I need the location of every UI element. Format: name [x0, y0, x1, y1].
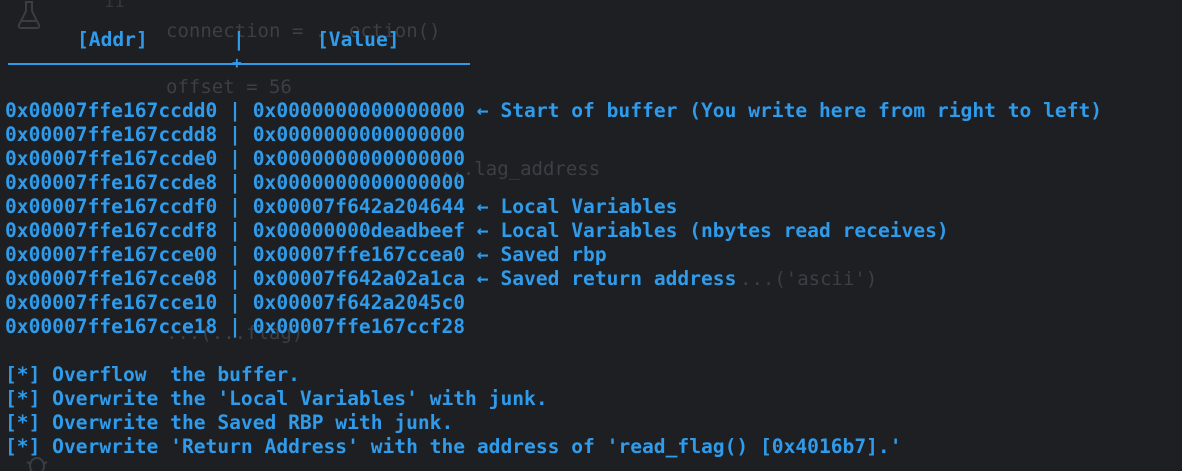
stack-addr: 0x00007ffe167ccdf8 — [5, 219, 218, 242]
row-separator: | — [229, 219, 241, 242]
stack-row: 0x00007ffe167ccde8 | 0x0000000000000000 — [5, 171, 465, 195]
stack-row: 0x00007ffe167cce00 | 0x00007ffe167ccea0 … — [5, 243, 607, 267]
stack-value: 0x0000000000000000 — [252, 171, 466, 194]
stack-value: 0x0000000000000000 — [252, 99, 466, 122]
code-line: ...('ascii') — [740, 268, 878, 290]
column-separator: | — [233, 28, 245, 51]
stack-note: ← Saved rbp — [476, 243, 607, 266]
stack-addr: 0x00007ffe167cce18 — [5, 315, 218, 338]
row-separator: | — [229, 315, 241, 338]
terminal-window: 11 connection = ...ection() offset = 56 … — [0, 0, 1182, 471]
row-separator: | — [229, 171, 241, 194]
instruction-line: [*] Overwrite the 'Local Variables' with… — [5, 387, 548, 410]
stack-row: 0x00007ffe167ccde0 | 0x0000000000000000 — [5, 147, 465, 171]
stack-addr: 0x00007ffe167ccde8 — [5, 171, 218, 194]
row-separator: | — [229, 147, 241, 170]
stack-value: 0x00007f642a02a1ca — [252, 267, 466, 290]
stack-addr: 0x00007ffe167ccdf0 — [5, 195, 218, 218]
addr-column-header: [Addr] — [77, 28, 148, 51]
stack-row: 0x00007ffe167cce18 | 0x00007ffe167ccf28 — [5, 315, 465, 339]
stack-value: 0x00000000deadbeef — [252, 219, 466, 242]
rule-junction: + — [232, 53, 242, 72]
stack-note: ← Saved return address — [476, 267, 737, 290]
row-separator: | — [229, 123, 241, 146]
stack-value: 0x00007f642a204644 — [252, 195, 466, 218]
stack-row: 0x00007ffe167ccdf0 | 0x00007f642a204644 … — [5, 195, 677, 219]
stack-value: 0x00007ffe167ccea0 — [252, 243, 466, 266]
stack-value: 0x0000000000000000 — [252, 147, 466, 170]
stack-row: 0x00007ffe167cce08 | 0x00007f642a02a1ca … — [5, 267, 736, 291]
instruction-line: [*] Overflow the buffer. — [5, 363, 300, 386]
stack-value: 0x00007ffe167ccf28 — [252, 315, 466, 338]
stack-addr: 0x00007ffe167ccdd8 — [5, 123, 218, 146]
stack-addr: 0x00007ffe167ccdd0 — [5, 99, 218, 122]
stack-note: ← Local Variables (nbytes read receives) — [476, 219, 949, 242]
row-separator: | — [229, 99, 241, 122]
flask-icon — [16, 0, 42, 30]
stack-value: 0x0000000000000000 — [252, 123, 466, 146]
row-separator: | — [229, 291, 241, 314]
stack-note: ← Start of buffer (You write here from r… — [476, 99, 1103, 122]
row-separator: | — [229, 243, 241, 266]
stack-row: 0x00007ffe167ccdf8 | 0x00000000deadbeef … — [5, 219, 949, 243]
value-column-header: [Value] — [317, 28, 400, 51]
line-number: 11 — [104, 0, 125, 12]
stack-addr: 0x00007ffe167cce10 — [5, 291, 218, 314]
stack-row: 0x00007ffe167ccdd8 | 0x0000000000000000 — [5, 123, 465, 147]
stack-addr: 0x00007ffe167cce08 — [5, 267, 218, 290]
stack-row: 0x00007ffe167cce10 | 0x00007f642a2045c0 — [5, 291, 465, 315]
row-separator: | — [229, 267, 241, 290]
stack-addr: 0x00007ffe167ccde0 — [5, 147, 218, 170]
instruction-line: [*] Overwrite 'Return Address' with the … — [5, 435, 902, 458]
instruction-line: [*] Overwrite the Saved RBP with junk. — [5, 411, 454, 434]
stack-note: ← Local Variables — [476, 195, 678, 218]
stack-value: 0x00007f642a2045c0 — [252, 291, 466, 314]
stack-row: 0x00007ffe167ccdd0 | 0x0000000000000000 … — [5, 99, 1102, 123]
row-separator: | — [229, 195, 241, 218]
code-line: offset = 56 — [166, 76, 292, 98]
stack-addr: 0x00007ffe167cce00 — [5, 243, 218, 266]
